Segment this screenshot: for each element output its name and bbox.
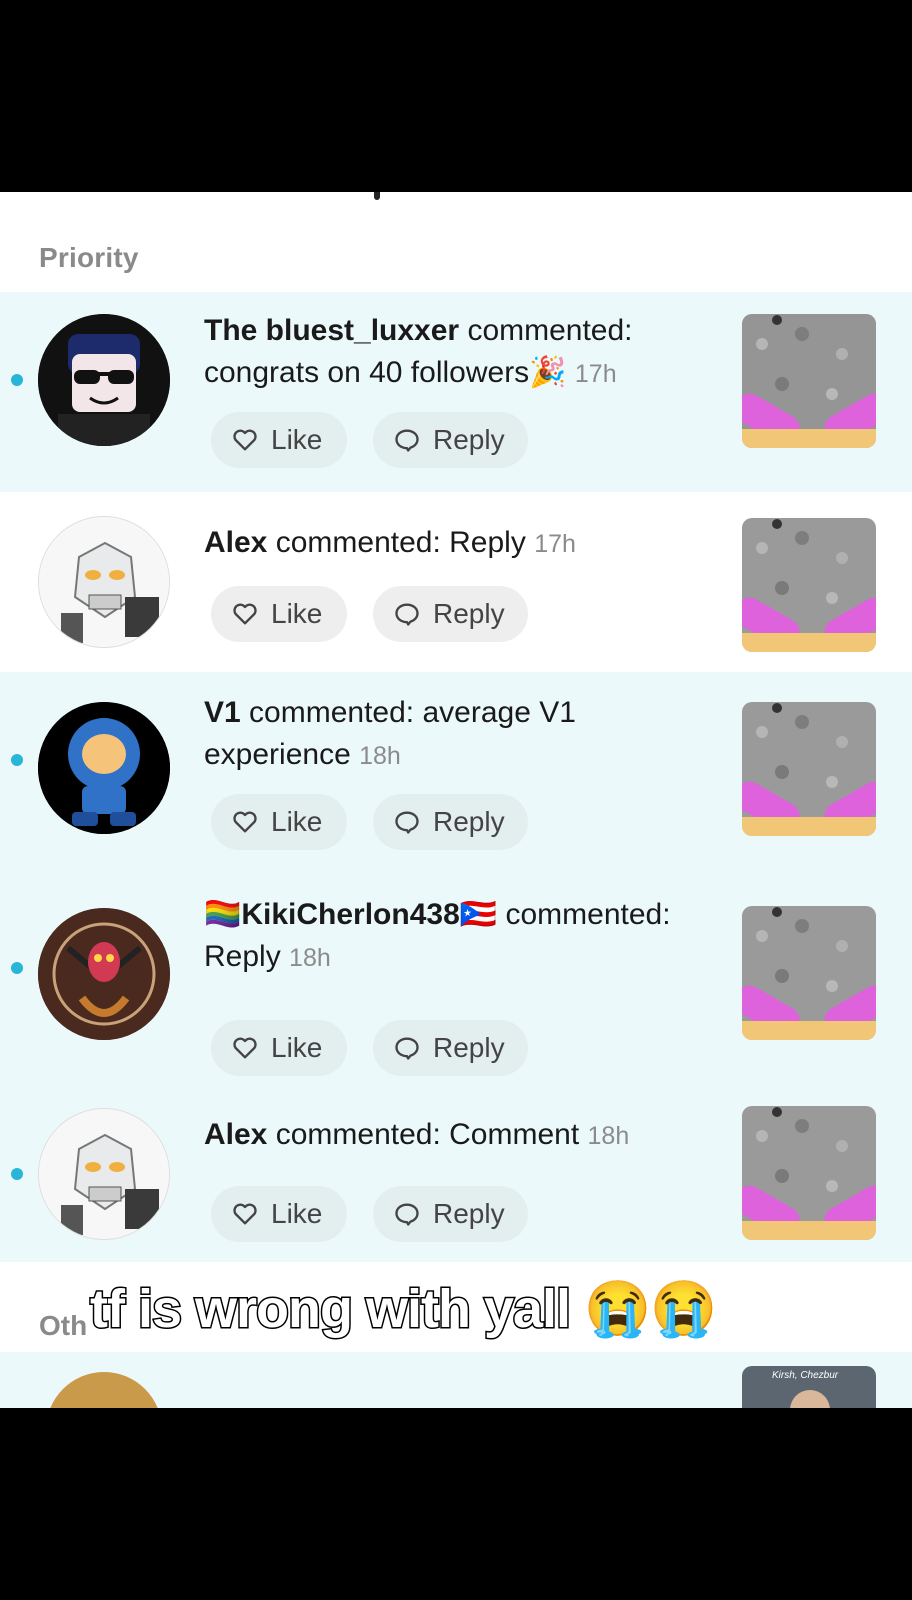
video-caption-overlay: tf is wrong with yall 😭😭 bbox=[0, 1272, 912, 1352]
notification-text: The bluest_luxxer commented: congrats on… bbox=[204, 314, 633, 389]
heart-icon bbox=[233, 603, 257, 625]
robot-avatar[interactable] bbox=[38, 516, 170, 648]
robot-avatar[interactable] bbox=[38, 1108, 170, 1240]
heart-icon bbox=[233, 811, 257, 833]
notification-text: Alex commented: Comment 18h bbox=[204, 1118, 630, 1151]
speech-bubble-icon bbox=[395, 811, 419, 834]
post-thumbnail[interactable] bbox=[742, 1106, 876, 1240]
timestamp: 17h bbox=[534, 530, 576, 558]
notification-row[interactable]: V1 commented: average V1 experience 18h … bbox=[0, 672, 912, 882]
section-label-priority: Priority bbox=[39, 242, 139, 273]
like-label: Like bbox=[271, 598, 323, 629]
like-button[interactable]: Like bbox=[211, 1020, 347, 1076]
reply-label: Reply bbox=[433, 806, 505, 837]
unread-dot bbox=[11, 962, 23, 974]
like-button[interactable]: Like bbox=[211, 794, 347, 850]
timestamp: 18h bbox=[587, 1122, 630, 1150]
timestamp: 18h bbox=[359, 742, 401, 770]
unread-dot bbox=[11, 374, 23, 386]
like-button[interactable]: Like bbox=[211, 412, 347, 468]
post-thumbnail[interactable] bbox=[742, 314, 876, 448]
like-label: Like bbox=[271, 424, 323, 455]
reply-button[interactable]: Reply bbox=[373, 412, 528, 468]
caption-text: tf is wrong with yall 😭😭 bbox=[89, 1278, 720, 1341]
notifications-screen: Priority The bluest_luxxer commented: co… bbox=[0, 192, 912, 1408]
timestamp: 18h bbox=[289, 944, 331, 972]
notification-row[interactable]: Alex commented: Reply 17h Like Reply bbox=[0, 492, 912, 672]
comment-text: Reply bbox=[204, 940, 281, 973]
speech-bubble-icon bbox=[395, 429, 419, 452]
username[interactable]: 🏳️‍🌈KikiCherlon438🇵🇷 bbox=[204, 898, 497, 931]
thumbnail-caption: Kirsh, Chezbur bbox=[772, 1370, 839, 1381]
speech-bubble-icon bbox=[395, 1203, 419, 1226]
unread-dot bbox=[11, 1168, 23, 1180]
reply-label: Reply bbox=[433, 1032, 505, 1063]
unread-dot bbox=[11, 754, 23, 766]
post-thumbnail[interactable] bbox=[742, 518, 876, 652]
like-label: Like bbox=[271, 806, 323, 837]
heart-icon bbox=[233, 1037, 257, 1059]
heart-icon bbox=[233, 1203, 257, 1225]
post-thumbnail[interactable]: Kirsh, Chezbur bbox=[742, 1366, 876, 1408]
sunglasses-avatar[interactable] bbox=[38, 314, 170, 446]
avatar[interactable] bbox=[46, 1372, 162, 1408]
post-thumbnail[interactable] bbox=[742, 702, 876, 836]
reply-button[interactable]: Reply bbox=[373, 794, 528, 850]
like-label: Like bbox=[271, 1198, 323, 1229]
like-label: Like bbox=[271, 1032, 323, 1063]
header-remnant bbox=[0, 192, 912, 206]
reply-button[interactable]: Reply bbox=[373, 1020, 528, 1076]
username[interactable]: Alex bbox=[204, 1118, 267, 1151]
comment-text: Reply bbox=[449, 526, 526, 559]
username[interactable]: Alex bbox=[204, 526, 267, 559]
notification-row[interactable]: Alex commented: Comment 18h Like Reply bbox=[0, 1082, 912, 1262]
reply-button[interactable]: Reply bbox=[373, 586, 528, 642]
demon-art-avatar[interactable] bbox=[38, 908, 170, 1040]
blue-robot-avatar[interactable] bbox=[38, 702, 170, 834]
video-letterbox-top bbox=[0, 0, 912, 192]
reply-label: Reply bbox=[433, 1198, 505, 1229]
speech-bubble-icon bbox=[395, 1037, 419, 1060]
speech-bubble-icon bbox=[395, 603, 419, 626]
reply-button[interactable]: Reply bbox=[373, 1186, 528, 1242]
notification-text: V1 commented: average V1 experience 18h bbox=[204, 696, 576, 771]
username[interactable]: The bluest_luxxer bbox=[204, 314, 459, 347]
notification-text: Alex commented: Reply 17h bbox=[204, 526, 576, 559]
post-thumbnail[interactable] bbox=[742, 906, 876, 1040]
notification-row[interactable]: The bluest_luxxer commented: congrats on… bbox=[0, 292, 912, 492]
username[interactable]: V1 bbox=[204, 696, 241, 729]
like-button[interactable]: Like bbox=[211, 586, 347, 642]
comment-text: Comment bbox=[449, 1118, 580, 1151]
video-letterbox-bottom bbox=[0, 1408, 912, 1600]
timestamp: 17h bbox=[574, 360, 617, 388]
comment-text: congrats on 40 followers🎉 bbox=[204, 356, 567, 389]
reply-label: Reply bbox=[433, 598, 505, 629]
notification-text: 🏳️‍🌈KikiCherlon438🇵🇷 commented: Reply 18… bbox=[204, 898, 671, 973]
like-button[interactable]: Like bbox=[211, 1186, 347, 1242]
heart-icon bbox=[233, 429, 257, 451]
reply-label: Reply bbox=[433, 424, 505, 455]
notification-row[interactable]: Kirsh, Chezbur bbox=[0, 1352, 912, 1408]
